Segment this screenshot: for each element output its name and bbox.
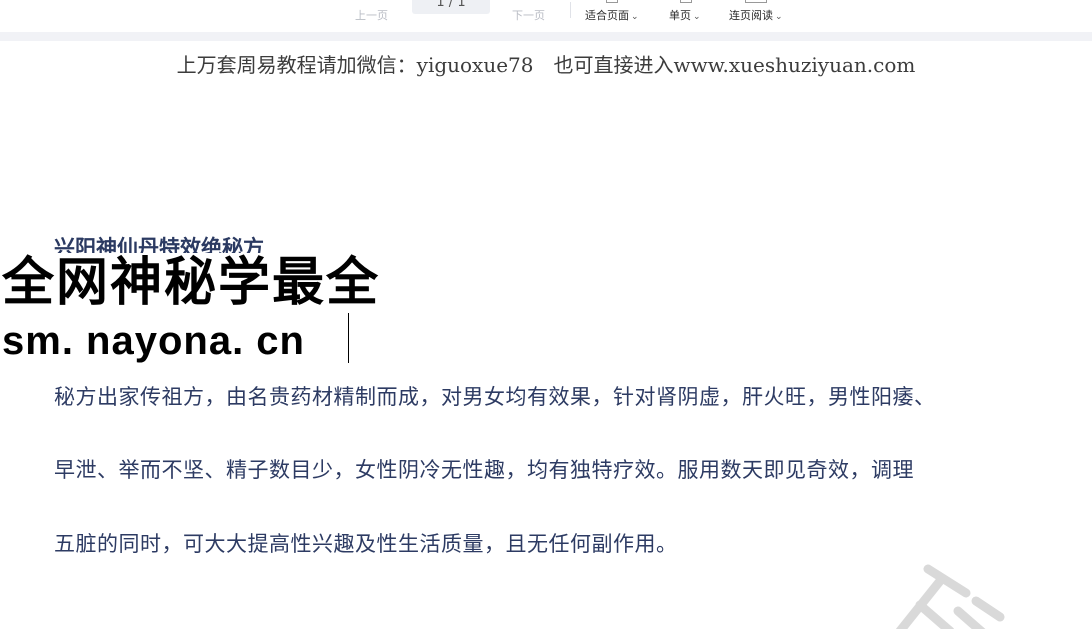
overlay-title: 全网神秘学最全 bbox=[2, 254, 381, 312]
fit-page-icon bbox=[606, 0, 618, 3]
page-indicator-field[interactable]: 1 / 1 bbox=[412, 0, 490, 14]
chevron-down-icon: ⌄ bbox=[775, 12, 783, 22]
continuous-read-label: 连页阅读 bbox=[729, 9, 773, 22]
watermark-stamp bbox=[895, 564, 1005, 629]
prev-page-button[interactable]: 上一页 bbox=[355, 7, 388, 23]
fit-page-label: 适合页面 bbox=[585, 9, 629, 22]
overlay-url: sm. nayona. cn bbox=[2, 319, 305, 363]
paragraph-line: 秘方出家传祖方，由名贵药材精制而成，对男女均有效果，针对肾阴虚，肝火旺，男性阳痿… bbox=[54, 385, 936, 409]
next-page-button[interactable]: 下一页 bbox=[512, 7, 545, 23]
page-gap bbox=[0, 32, 1092, 41]
chevron-down-icon: ⌄ bbox=[631, 12, 639, 22]
fit-page-dropdown[interactable]: 适合页面 ⌄ bbox=[585, 7, 639, 23]
single-page-icon bbox=[680, 0, 692, 3]
toolbar-divider bbox=[570, 2, 571, 18]
chevron-down-icon: ⌄ bbox=[693, 12, 701, 22]
pdf-toolbar: 上一页 1 / 1 下一页 适合页面 ⌄ 单页 ⌄ 连页阅读 ⌄ bbox=[0, 0, 1092, 33]
single-page-dropdown[interactable]: 单页 ⌄ bbox=[669, 7, 701, 23]
continuous-read-icon bbox=[745, 0, 767, 3]
single-page-label: 单页 bbox=[669, 9, 691, 22]
document-page: 上万套周易教程请加微信：yiguoxue78 也可直接进入www.xueshuz… bbox=[0, 41, 1092, 629]
continuous-read-dropdown[interactable]: 连页阅读 ⌄ bbox=[729, 7, 783, 23]
paragraph-line: 早泄、举而不坚、精子数目少，女性阴冷无性趣，均有独特疗效。服用数天即见奇效，调理 bbox=[54, 458, 914, 482]
text-caret bbox=[348, 313, 349, 363]
paragraph-line: 五脏的同时，可大大提高性兴趣及性生活质量，且无任何副作用。 bbox=[54, 532, 678, 556]
header-banner: 上万套周易教程请加微信：yiguoxue78 也可直接进入www.xueshuz… bbox=[176, 53, 916, 77]
